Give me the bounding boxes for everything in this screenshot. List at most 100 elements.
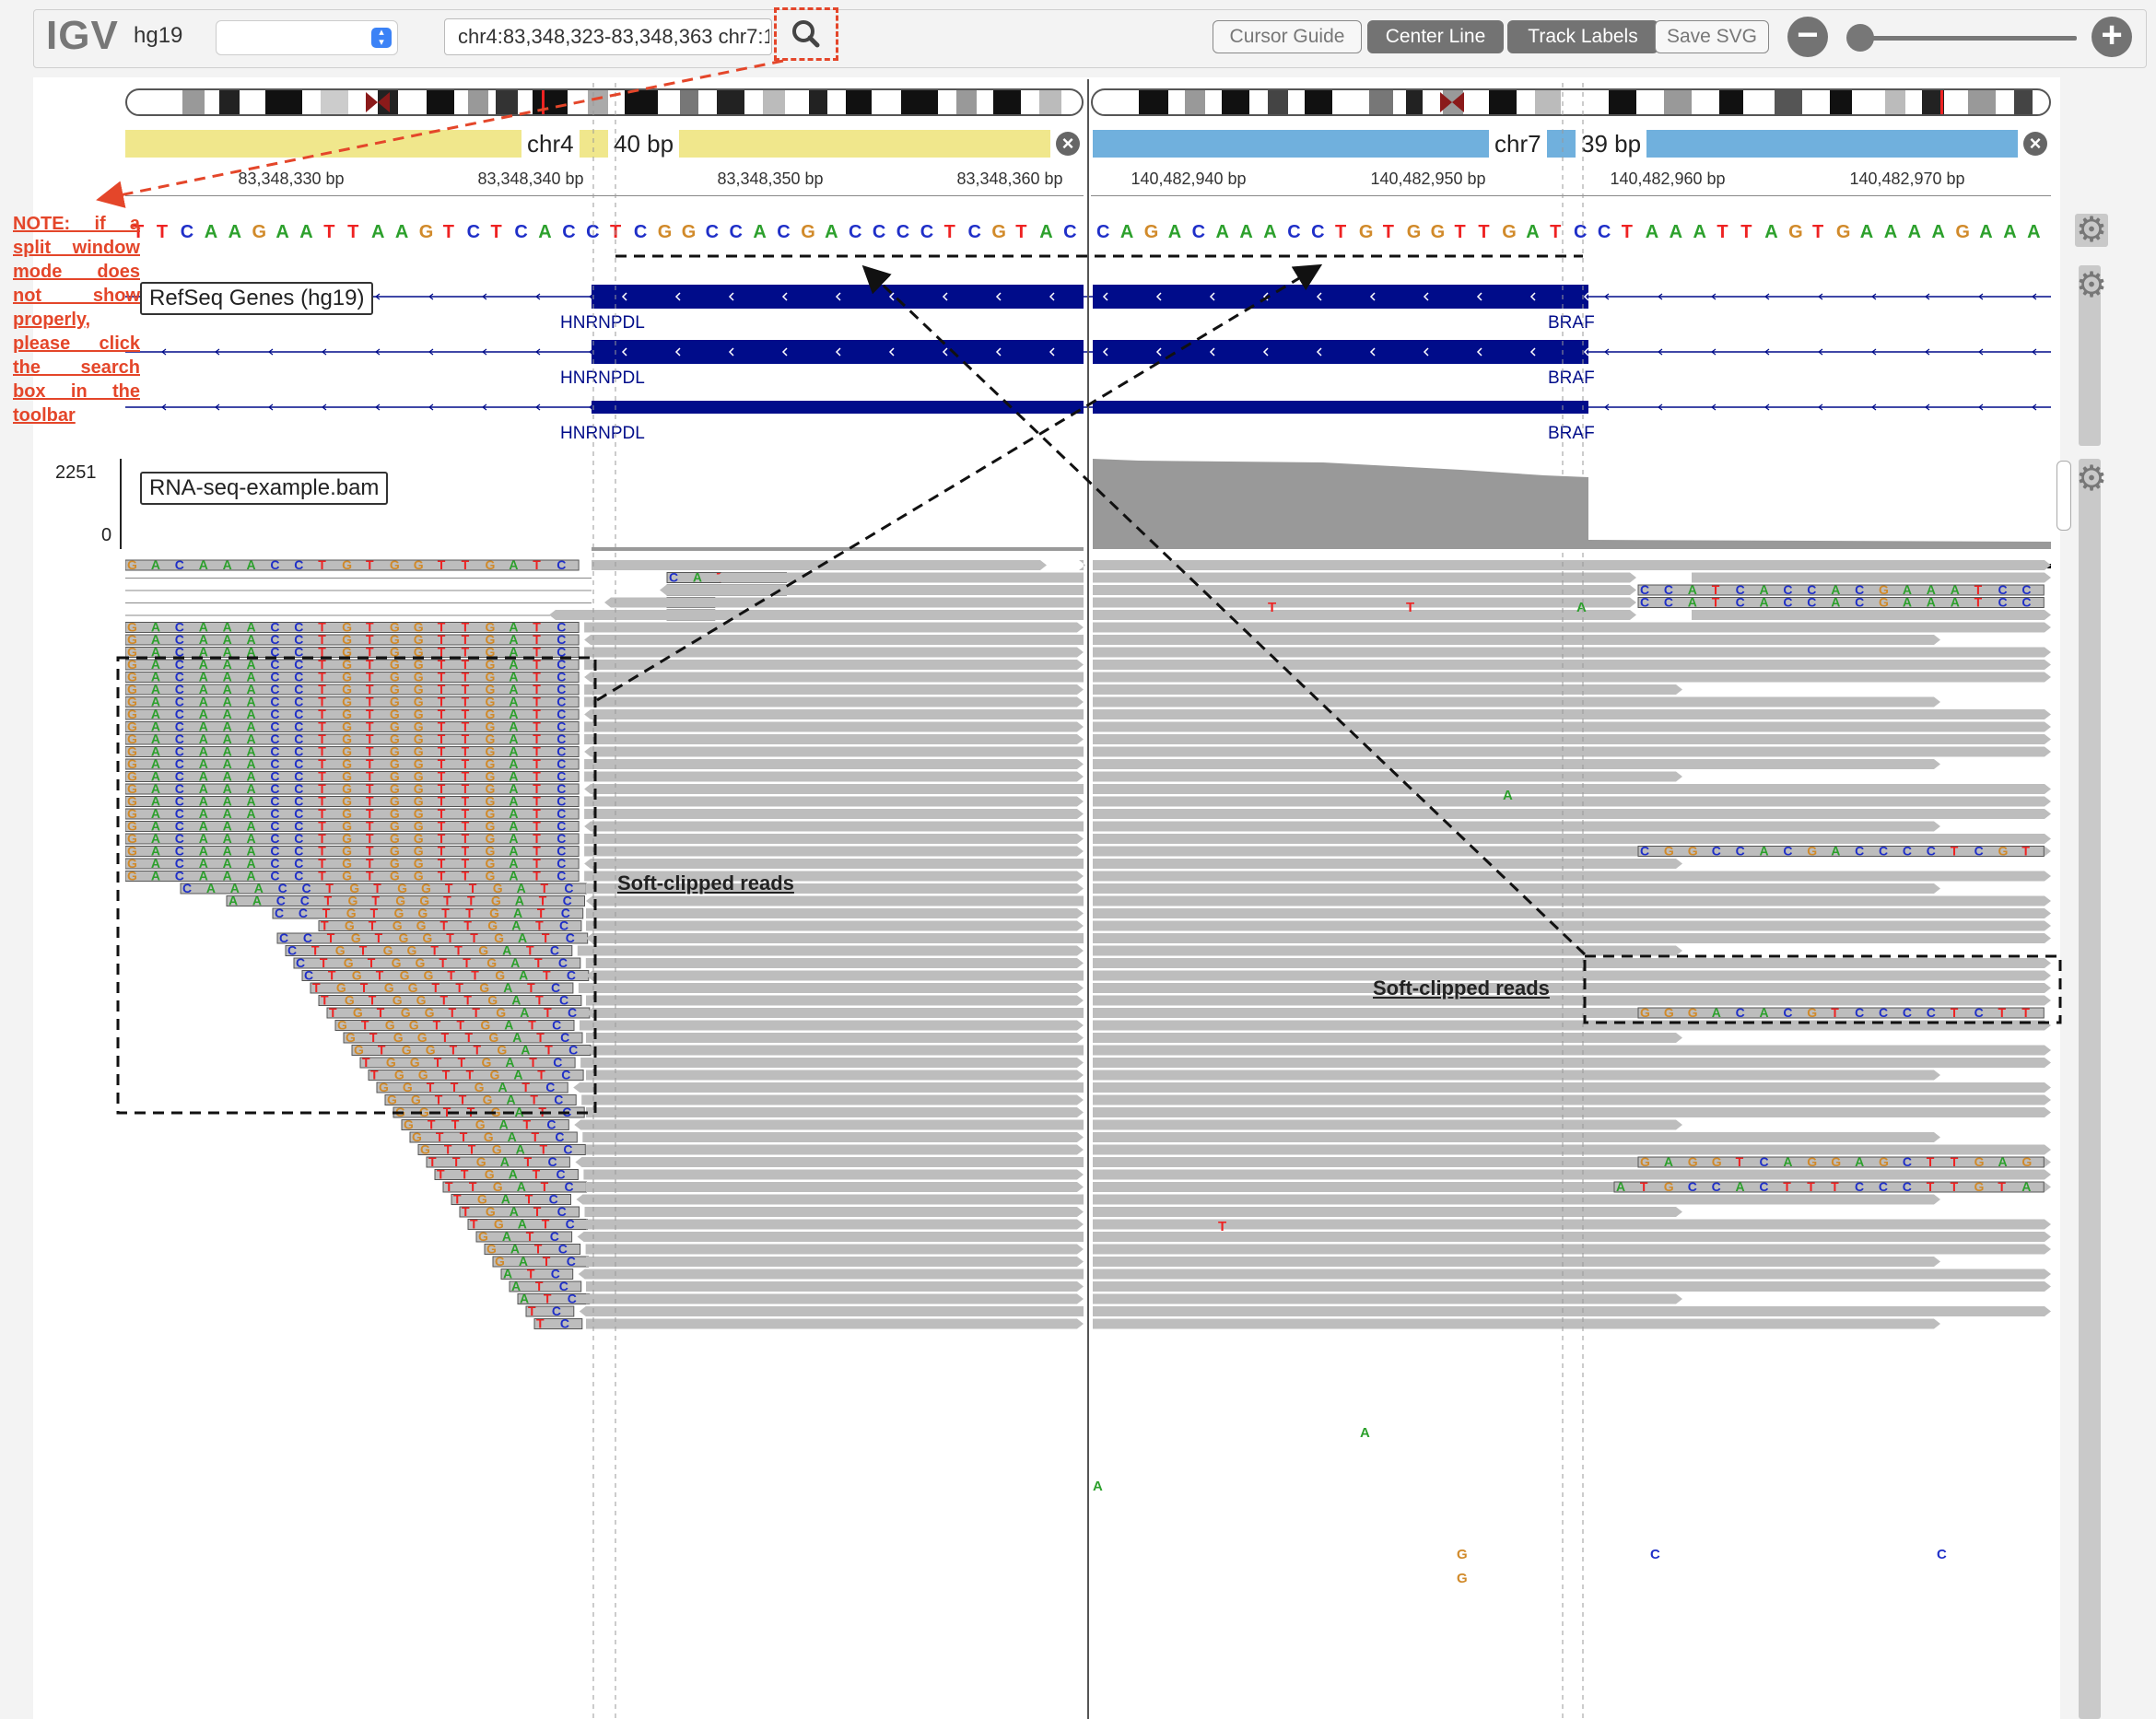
aligned-read xyxy=(576,1194,1084,1205)
soft-clip-base: G xyxy=(1664,1005,1674,1020)
base-G: G xyxy=(1502,222,1517,242)
soft-clip-base: T xyxy=(450,1043,458,1058)
ideogram-position-marker xyxy=(542,90,545,114)
locus-search-input[interactable] xyxy=(444,18,772,55)
search-button[interactable] xyxy=(774,7,838,61)
ideogram-band xyxy=(1719,90,1743,114)
aligned-read xyxy=(1093,1318,1940,1329)
soft-clip-base: G xyxy=(1974,1154,1985,1169)
ideogram-band xyxy=(1775,90,1802,114)
soft-clip-base: C xyxy=(561,1068,570,1082)
soft-clip-base: T xyxy=(530,1093,538,1107)
soft-clip-base: T xyxy=(1998,1005,2007,1020)
softclip-annotation-right: Soft-clipped reads xyxy=(1373,976,1550,1000)
mismatch-base: A xyxy=(1360,1425,1370,1441)
ruler-axis xyxy=(125,195,1084,196)
zoom-slider-handle[interactable] xyxy=(1846,24,1874,52)
soft-clip-base: T xyxy=(453,1192,462,1207)
soft-clip-base: C xyxy=(566,1217,575,1232)
soft-clip-base: C xyxy=(1783,1005,1792,1020)
soft-clip-base: T xyxy=(471,968,479,983)
center-line-button[interactable]: Center Line xyxy=(1367,20,1504,53)
soft-clip-base: C xyxy=(1807,595,1816,610)
soft-clip-base: T xyxy=(1927,1154,1935,1169)
soft-clip-base: T xyxy=(527,1267,535,1281)
soft-clip-base: C xyxy=(1855,844,1864,859)
gear-icon[interactable]: ⚙ xyxy=(2075,213,2108,248)
soft-clip-base: T xyxy=(544,1292,552,1306)
ideogram-band xyxy=(427,90,454,114)
chr4-ideogram[interactable] xyxy=(125,88,1084,116)
aligned-read xyxy=(584,759,1084,769)
base-A: A xyxy=(1670,222,1682,242)
soft-clip-base: T xyxy=(462,1204,470,1219)
chr7-ideogram[interactable] xyxy=(1091,88,2051,116)
aligned-read xyxy=(584,834,1084,844)
soft-clip-base: A xyxy=(206,881,216,895)
soft-clip-base: G xyxy=(486,557,496,572)
aligned-read xyxy=(1093,920,2051,931)
aligned-read xyxy=(586,895,1084,906)
soft-clip-base: C xyxy=(1879,1179,1888,1194)
close-icon[interactable]: × xyxy=(2023,132,2047,156)
track-scrollbar[interactable] xyxy=(2079,459,2101,1719)
base-C: C xyxy=(968,222,981,242)
ideogram-band xyxy=(993,90,1021,114)
soft-clip-base: T xyxy=(465,1030,474,1045)
mismatch-base: A xyxy=(1093,1479,1103,1494)
base-T: T xyxy=(1478,222,1489,242)
base-G: G xyxy=(991,222,1006,242)
aligned-read xyxy=(1093,585,1636,595)
genome-dropdown[interactable]: ▴ ▾ xyxy=(216,20,398,55)
soft-clip-base: T xyxy=(1974,595,1983,610)
ruler-tick-label: 140,482,940 bp xyxy=(1131,170,1247,188)
base-A: A xyxy=(1932,222,1945,242)
aligned-read xyxy=(584,1207,1084,1217)
base-A: A xyxy=(1168,222,1181,242)
soft-clip-base: T xyxy=(428,1117,436,1132)
gear-icon[interactable]: ⚙ xyxy=(2075,268,2108,303)
aligned-read xyxy=(586,933,1084,943)
soft-clip-base: T xyxy=(541,1179,549,1194)
base-G: G xyxy=(1407,222,1422,242)
split-panel-divider[interactable] xyxy=(1087,79,1089,1719)
soft-clip-base: T xyxy=(533,1167,541,1182)
aligned-read xyxy=(1093,647,2051,658)
soft-clip-base: T xyxy=(542,1217,550,1232)
coverage-scale-min: 0 xyxy=(101,525,112,545)
close-icon[interactable]: × xyxy=(1056,132,1080,156)
ideogram-band xyxy=(265,90,302,114)
soft-clip-base: T xyxy=(445,1179,453,1194)
gear-icon[interactable]: ⚙ xyxy=(2075,462,2108,497)
soft-clip-base: T xyxy=(1712,595,1720,610)
base-T: T xyxy=(1383,222,1394,242)
aligned-read xyxy=(1093,597,1636,608)
aligned-read xyxy=(584,734,1084,744)
soft-clip-base: C xyxy=(567,968,576,983)
search-icon xyxy=(792,20,820,48)
base-A: A xyxy=(1764,222,1777,242)
zoom-slider[interactable] xyxy=(1850,36,2077,41)
alignment-track[interactable]: GACAAACCTGTGGTTGATCCATCACATCACCATCACCACG… xyxy=(125,457,2053,1719)
soft-clip-base: T xyxy=(438,557,446,572)
base-A: A xyxy=(395,222,408,242)
soft-clip-base: C xyxy=(566,930,575,945)
base-C: C xyxy=(730,222,743,242)
soft-clip-base: T xyxy=(369,993,377,1008)
zoom-in-button[interactable]: + xyxy=(2092,17,2132,57)
ideogram-band xyxy=(1664,90,1692,114)
soft-clip-base: A xyxy=(1688,595,1697,610)
cursor-guide-button[interactable]: Cursor Guide xyxy=(1213,20,1362,53)
aligned-read xyxy=(584,809,1084,819)
soft-clip-base: G xyxy=(1688,1154,1698,1169)
track-labels-button[interactable]: Track Labels xyxy=(1507,20,1658,53)
save-svg-button[interactable]: Save SVG xyxy=(1655,20,1769,53)
scroll-thumb[interactable] xyxy=(2056,461,2071,531)
aligned-read xyxy=(586,1144,1084,1155)
zoom-out-button[interactable]: − xyxy=(1787,17,1828,57)
aligned-read xyxy=(1093,821,1940,832)
soft-clip-base: T xyxy=(437,1167,445,1182)
gene-track[interactable] xyxy=(125,267,2053,448)
soft-clip-base: C xyxy=(1760,1154,1769,1169)
soft-clip-base: T xyxy=(444,1142,452,1157)
